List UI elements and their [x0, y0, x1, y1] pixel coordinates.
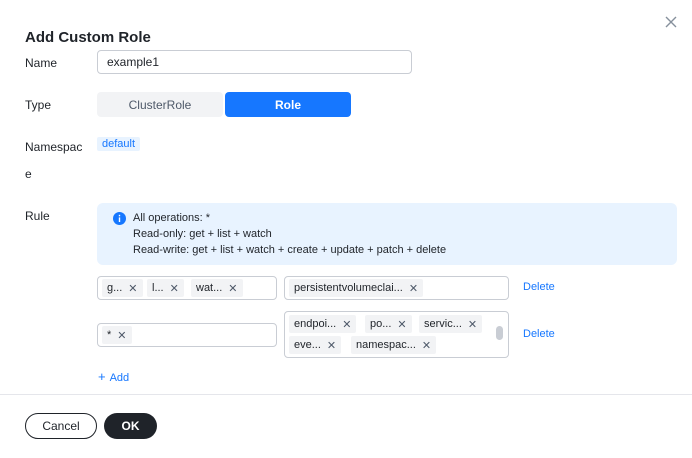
type-option-clusterrole[interactable]: ClusterRole [97, 92, 223, 117]
x-icon[interactable]: ✕ [422, 339, 431, 352]
name-label: Name [25, 56, 58, 70]
verb-tag-label: * [107, 329, 112, 341]
x-icon[interactable]: ✕ [117, 329, 126, 342]
verb-tag-label: g... [107, 282, 123, 294]
resources-scrollbar[interactable] [496, 326, 503, 340]
close-icon[interactable] [662, 13, 680, 31]
resource-tag: namespac... ✕ [351, 336, 437, 354]
resource-tag: po... ✕ [365, 315, 412, 333]
x-icon[interactable]: ✕ [342, 318, 351, 331]
verb-tag: wat... ✕ [191, 279, 243, 297]
x-icon[interactable]: ✕ [327, 339, 336, 352]
resource-tag: endpoi... ✕ [289, 315, 357, 333]
namespace-label-line1: Namespac [25, 140, 83, 154]
footer-divider [0, 394, 692, 395]
info-line-all: All operations: * [133, 212, 211, 224]
info-alert: All operations: * Read-only: get + list … [97, 203, 677, 265]
delete-rule-link-2[interactable]: Delete [523, 328, 555, 340]
verb-tag: * ✕ [102, 326, 132, 344]
name-input[interactable] [97, 50, 412, 74]
info-icon [113, 212, 126, 225]
ok-button[interactable]: OK [104, 413, 157, 439]
rule-label: Rule [25, 209, 50, 223]
resource-tag: persistentvolumeclai... ✕ [289, 279, 424, 297]
x-icon[interactable]: ✕ [397, 318, 406, 331]
verbs-select-1[interactable]: g... ✕ l... ✕ wat... ✕ [97, 276, 277, 300]
resource-tag-label: persistentvolumeclai... [294, 282, 403, 294]
x-icon[interactable]: ✕ [228, 282, 237, 295]
cancel-button[interactable]: Cancel [25, 413, 97, 439]
verbs-select-2[interactable]: * ✕ [97, 323, 277, 347]
verb-tag: l... ✕ [147, 279, 184, 297]
delete-rule-link-1[interactable]: Delete [523, 281, 555, 293]
x-icon[interactable]: ✕ [468, 318, 477, 331]
x-icon[interactable]: ✕ [128, 282, 137, 295]
resource-tag-label: po... [370, 318, 392, 330]
x-icon[interactable]: ✕ [409, 282, 418, 295]
x-icon[interactable]: ✕ [170, 282, 179, 295]
resource-tag-label: eve... [294, 339, 321, 351]
type-label: Type [25, 98, 52, 112]
info-line-read-write: Read-write: get + list + watch + create … [133, 244, 447, 256]
resource-tag-label: endpoi... [294, 318, 337, 330]
add-rule-label: Add [109, 372, 130, 384]
info-line-read-only: Read-only: get + list + watch [133, 228, 272, 240]
dialog-title: Add Custom Role [25, 29, 151, 46]
verb-tag-label: wat... [196, 282, 223, 294]
namespace-tag: default [97, 137, 141, 151]
add-rule-link[interactable]: + Add [98, 369, 129, 384]
verb-tag-label: l... [152, 282, 164, 294]
namespace-label-line2: e [25, 167, 32, 181]
resource-tag: eve... ✕ [289, 336, 342, 354]
type-option-role[interactable]: Role [225, 92, 351, 117]
plus-icon: + [98, 369, 106, 384]
resource-tag-label: namespac... [356, 339, 416, 351]
resources-select-2[interactable]: endpoi... ✕ po... ✕ servic... ✕ eve... ✕… [284, 311, 509, 358]
resource-tag: servic... ✕ [419, 315, 483, 333]
verb-tag: g... ✕ [102, 279, 143, 297]
resources-select-1[interactable]: persistentvolumeclai... ✕ [284, 276, 509, 300]
resource-tag-label: servic... [424, 318, 462, 330]
